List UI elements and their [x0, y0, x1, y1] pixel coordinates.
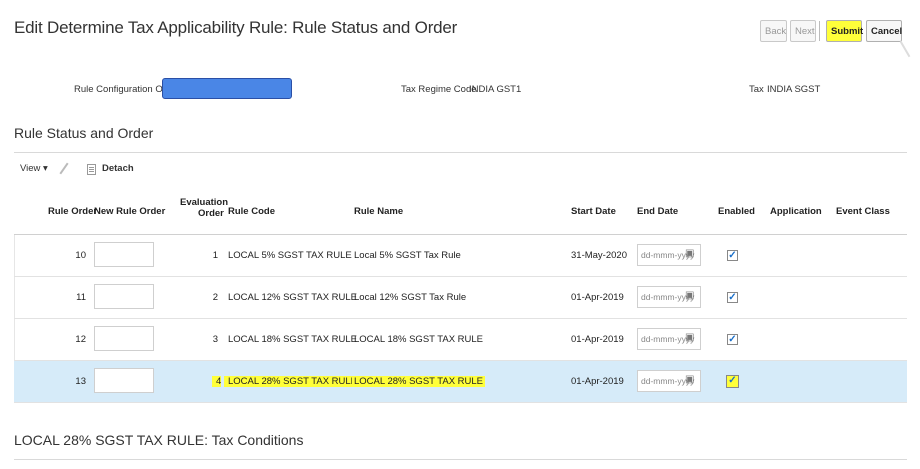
conditions-divider — [14, 459, 907, 460]
col-application[interactable]: Application — [770, 206, 822, 217]
regime-label: Tax Regime Code — [401, 84, 477, 95]
calendar-icon[interactable]: ▣ — [685, 374, 694, 385]
rule-order-cell: 10 — [75, 250, 86, 261]
calendar-icon[interactable]: ▣ — [685, 332, 694, 343]
col-evaluation-order-line2[interactable]: Order — [198, 208, 224, 219]
toolbar-separator — [819, 21, 820, 41]
next-button[interactable]: Next — [790, 20, 816, 42]
enabled-checkbox[interactable]: ✓ — [727, 292, 738, 303]
rule-name-cell: Local 12% SGST Tax Rule — [354, 292, 467, 303]
col-event-class[interactable]: Event Class — [836, 206, 890, 217]
enabled-checkbox[interactable]: ✓ — [727, 334, 738, 345]
col-rule-order[interactable]: Rule Order — [48, 206, 97, 217]
new-rule-order-input[interactable] — [94, 242, 154, 267]
rule-order-cell: 13 — [75, 376, 86, 387]
col-new-rule-order[interactable]: New Rule Order — [94, 206, 165, 217]
tax-label: Tax — [749, 84, 764, 95]
start-date-cell: 01-Apr-2019 — [571, 334, 624, 345]
tax-value: INDIA SGST — [767, 84, 821, 95]
col-start-date[interactable]: Start Date — [571, 206, 616, 217]
evaluation-order-cell: 4 — [212, 376, 222, 387]
start-date-cell: 31-May-2020 — [571, 250, 627, 261]
table-row-selected[interactable]: 13 4 LOCAL 28% SGST TAX RULE LOCAL 28% S… — [14, 361, 907, 403]
calendar-icon[interactable]: ▣ — [685, 290, 694, 301]
col-rule-code[interactable]: Rule Code — [228, 206, 275, 217]
calendar-icon[interactable]: ▣ — [685, 248, 694, 259]
pencil-icon[interactable] — [59, 162, 69, 175]
new-rule-order-input[interactable] — [94, 284, 154, 309]
detach-icon[interactable] — [87, 164, 96, 175]
rule-code-cell: LOCAL 5% SGST TAX RULE — [228, 250, 352, 261]
col-enabled[interactable]: Enabled — [718, 206, 755, 217]
rule-order-cell: 11 — [76, 292, 86, 303]
rule-order-cell: 12 — [75, 334, 86, 345]
cancel-button[interactable]: Cancel — [866, 20, 902, 42]
start-date-cell: 01-Apr-2019 — [571, 376, 624, 387]
new-rule-order-input[interactable] — [94, 326, 154, 351]
rule-name-cell: LOCAL 28% SGST TAX RULE — [352, 376, 486, 387]
decorative-line — [899, 40, 911, 58]
col-end-date[interactable]: End Date — [637, 206, 678, 217]
enabled-checkbox[interactable]: ✓ — [727, 250, 738, 261]
evaluation-order-cell: 3 — [212, 334, 218, 345]
table-row[interactable]: 11 2 LOCAL 12% SGST TAX RULE Local 12% S… — [14, 277, 907, 319]
regime-value: INDIA GST1 — [469, 84, 522, 95]
rule-code-cell: LOCAL 28% SGST TAX RULE — [224, 376, 362, 387]
rule-code-cell: LOCAL 12% SGST TAX RULE — [228, 292, 358, 303]
table-row[interactable]: 12 3 LOCAL 18% SGST TAX RULE LOCAL 18% S… — [14, 319, 907, 361]
table-row[interactable]: 10 1 LOCAL 5% SGST TAX RULE Local 5% SGS… — [14, 235, 907, 277]
col-evaluation-order-line1[interactable]: Evaluation — [180, 197, 228, 208]
owner-field[interactable] — [162, 78, 292, 99]
table-header: Rule Order New Rule Order Evaluation Ord… — [14, 189, 907, 235]
enabled-checkbox[interactable]: ✓ — [726, 375, 739, 388]
rule-code-cell: LOCAL 18% SGST TAX RULE — [228, 334, 358, 345]
page-title: Edit Determine Tax Applicability Rule: R… — [14, 18, 458, 37]
evaluation-order-cell: 2 — [212, 292, 218, 303]
section-title: Rule Status and Order — [14, 125, 154, 141]
rule-name-cell: Local 5% SGST Tax Rule — [354, 250, 461, 261]
submit-button[interactable]: Submit — [826, 20, 863, 42]
section-divider — [14, 152, 907, 153]
detach-button[interactable]: Detach — [102, 163, 134, 174]
col-rule-name[interactable]: Rule Name — [354, 206, 403, 217]
new-rule-order-input[interactable] — [94, 368, 154, 393]
conditions-title: LOCAL 28% SGST TAX RULE: Tax Conditions — [14, 432, 304, 448]
start-date-cell: 01-Apr-2019 — [571, 292, 624, 303]
back-button[interactable]: Back — [760, 20, 787, 42]
evaluation-order-cell: 1 — [212, 250, 218, 261]
rule-name-cell: LOCAL 18% SGST TAX RULE — [354, 334, 484, 345]
view-menu[interactable]: View ▾ — [20, 163, 48, 174]
